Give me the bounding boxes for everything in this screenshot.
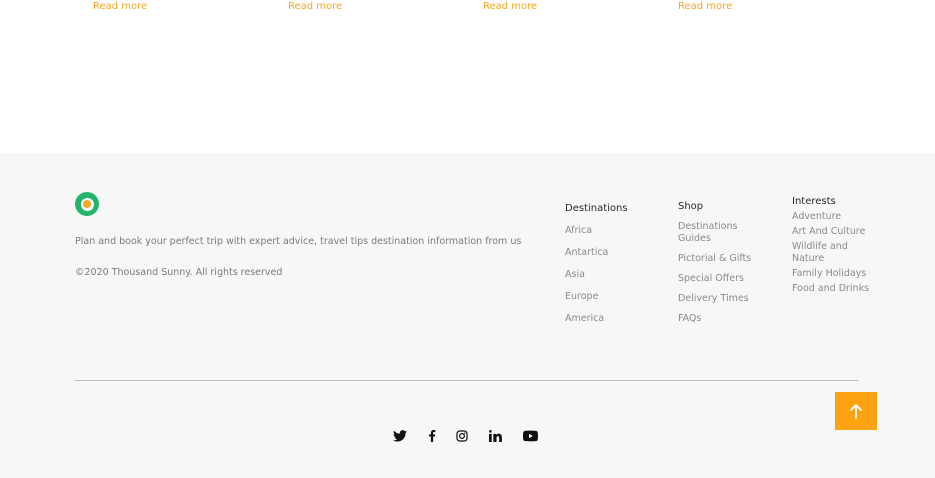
- footer-link-pictorial-gifts[interactable]: Pictorial & Gifts: [678, 253, 768, 265]
- read-more-link[interactable]: Read more: [93, 0, 147, 14]
- footer-link-antartica[interactable]: Antartica: [565, 247, 628, 259]
- footer: Plan and book your perfect trip with exp…: [0, 153, 935, 478]
- read-more-link[interactable]: Read more: [678, 0, 732, 14]
- footer-link-america[interactable]: America: [565, 313, 628, 325]
- instagram-icon[interactable]: [456, 427, 468, 446]
- footer-link-wildlife-and-nature[interactable]: Wildlife and Nature: [792, 241, 874, 265]
- footer-link-special-offers[interactable]: Special Offers: [678, 273, 768, 285]
- facebook-icon[interactable]: [428, 427, 436, 446]
- footer-column-interests: Interests Adventure Art And Culture Wild…: [792, 195, 874, 295]
- back-to-top-button[interactable]: [835, 392, 877, 430]
- youtube-icon[interactable]: [523, 427, 538, 446]
- footer-link-faqs[interactable]: FAQs: [678, 313, 768, 325]
- footer-link-asia[interactable]: Asia: [565, 269, 628, 281]
- footer-link-delivery-times[interactable]: Delivery Times: [678, 293, 768, 305]
- column-title: Interests: [792, 196, 836, 207]
- footer-divider: [75, 380, 858, 381]
- column-title: Destinations: [565, 203, 628, 214]
- footer-link-europe[interactable]: Europe: [565, 291, 628, 303]
- footer-link-family-holidays[interactable]: Family Holidays: [792, 268, 874, 280]
- column-title: Shop: [678, 201, 704, 212]
- footer-link-art-and-culture[interactable]: Art And Culture: [792, 226, 874, 238]
- content-strip: Read more Read more Read more Read more: [0, 0, 935, 153]
- logo-icon[interactable]: [75, 192, 99, 216]
- footer-link-food-and-drinks[interactable]: Food and Drinks: [792, 283, 874, 295]
- read-more-link[interactable]: Read more: [483, 0, 537, 14]
- page: Read more Read more Read more Read more …: [0, 0, 935, 478]
- linkedin-icon[interactable]: [489, 427, 502, 446]
- copyright-text: ©2020 Thousand Sunny. All rights reserve…: [75, 267, 283, 278]
- footer-column-destinations: Destinations Africa Antartica Asia Europ…: [565, 202, 628, 325]
- footer-link-africa[interactable]: Africa: [565, 225, 628, 237]
- read-more-link[interactable]: Read more: [288, 0, 342, 14]
- footer-link-destinations-guides[interactable]: Destinations Guides: [678, 221, 768, 245]
- footer-link-adventure[interactable]: Adventure: [792, 211, 874, 223]
- footer-column-shop: Shop Destinations Guides Pictorial & Gif…: [678, 200, 768, 325]
- footer-tagline: Plan and book your perfect trip with exp…: [75, 236, 522, 247]
- arrow-up-icon: [849, 403, 863, 419]
- twitter-icon[interactable]: [393, 427, 407, 446]
